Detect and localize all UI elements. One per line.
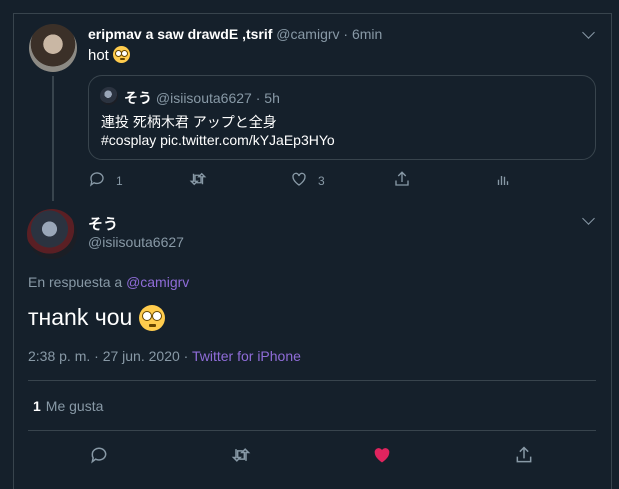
tweet-text: тнank чou [28, 304, 133, 330]
tweet-text: hot [88, 47, 109, 64]
retweet-icon[interactable] [229, 443, 253, 467]
reply-context: En respuesta a @camigrv [28, 274, 189, 290]
reply-icon[interactable] [86, 168, 108, 190]
quoted-avatar [100, 87, 118, 105]
avatar-isiisouta6627[interactable] [27, 209, 77, 259]
main-handle[interactable]: @isiisouta6627 [88, 234, 184, 250]
reply-count: 1 [116, 174, 123, 188]
dot-separator: · [343, 26, 349, 42]
tweet-meta: 2:38 p. m. · 27 jun. 2020 · Twitter for … [28, 348, 301, 364]
quoted-display-name: そう [124, 90, 152, 106]
handle[interactable]: @camigrv [276, 26, 339, 42]
like-icon-active[interactable] [370, 443, 394, 467]
tweet-source-link[interactable]: Twitter for iPhone [192, 348, 301, 364]
reply-to-link[interactable]: @camigrv [126, 274, 189, 290]
likes-summary[interactable]: 1 Me gusta [33, 398, 103, 414]
like-icon[interactable] [288, 168, 310, 190]
quoted-text-line1: 連投 死柄木君 アップと全身 [101, 114, 277, 130]
tweet-timestamp[interactable]: 2:38 p. m. · 27 jun. 2020 · [28, 348, 188, 364]
dot-separator: · [255, 90, 261, 106]
parent-tweet-header: eripmav a saw drawdE ,tsrif @camigrv · 6… [88, 26, 382, 42]
likes-label: Me gusta [45, 398, 104, 414]
likes-count: 1 [33, 398, 41, 414]
divider [28, 430, 596, 431]
display-name[interactable]: eripmav a saw drawdE ,tsrif [88, 26, 272, 42]
avatar-camigrv[interactable] [29, 24, 77, 72]
share-icon[interactable] [512, 443, 536, 467]
flushed-face-emoji-icon [113, 46, 131, 63]
parent-tweet-text: hot [88, 46, 131, 64]
divider [28, 380, 596, 381]
analytics-icon[interactable] [492, 168, 514, 190]
quoted-timestamp: 5h [264, 90, 280, 106]
quoted-tweet-card[interactable]: そう @isiisouta6627 · 5h 連投 死柄木君 アップと全身 #c… [88, 75, 596, 160]
retweet-icon[interactable] [187, 168, 209, 190]
reply-icon[interactable] [87, 443, 111, 467]
like-count: 3 [318, 174, 325, 188]
flushed-face-emoji-icon [138, 305, 165, 331]
quoted-handle: @isiisouta6627 [155, 90, 252, 106]
main-display-name[interactable]: そう [88, 213, 118, 234]
quoted-text-line2[interactable]: #cosplay pic.twitter.com/kYJaEp3HYo [101, 132, 335, 148]
thread-line [52, 76, 54, 201]
main-tweet-text: тнank чou [28, 304, 165, 331]
timestamp[interactable]: 6min [352, 26, 382, 42]
reply-prefix: En respuesta a [28, 274, 123, 290]
quoted-tweet-header: そう @isiisouta6627 · 5h [124, 88, 280, 108]
share-icon[interactable] [391, 168, 413, 190]
